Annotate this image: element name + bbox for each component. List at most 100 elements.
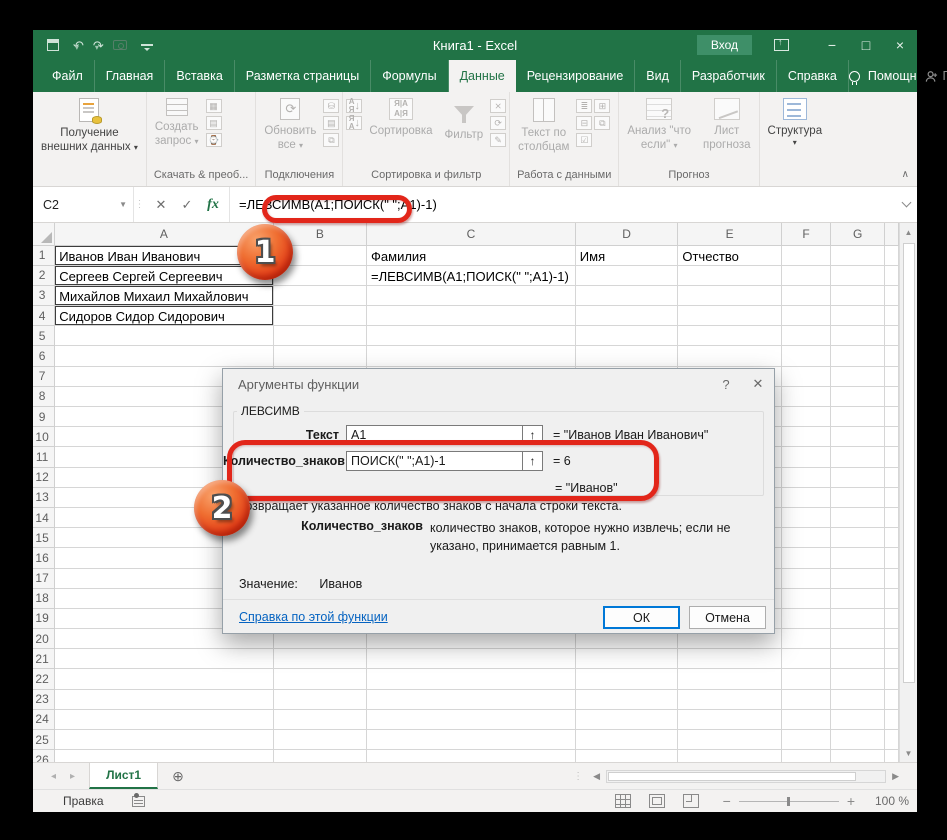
cell-F15[interactable] [781,527,832,549]
cell-A4[interactable]: Сидоров Сидор Сидорович [54,305,274,327]
cell-F13[interactable] [781,487,832,508]
name-box-dropdown-icon[interactable]: ▼ [119,200,127,209]
cell-F11[interactable] [781,446,832,468]
cell-F25[interactable] [781,729,832,751]
cell-E4[interactable] [677,305,783,327]
close-button[interactable]: × [883,30,917,60]
cell-D3[interactable] [575,285,679,307]
cell-D2[interactable] [575,265,679,286]
cell-D5[interactable] [575,325,679,347]
cell-D1[interactable]: Имя [575,245,679,266]
scroll-up-icon[interactable]: ▲ [900,223,917,241]
collapse-ribbon-icon[interactable]: ∧ [902,169,909,180]
cell-B21[interactable] [273,648,368,670]
name-box[interactable]: C2 ▼ [33,187,133,222]
redo-icon[interactable]: ↷▾ [93,39,104,52]
row-header-1[interactable]: 1 [33,245,56,266]
menu-tab-Данные[interactable]: Данные [448,60,516,92]
page-break-view-icon[interactable] [682,794,699,808]
cell-F8[interactable] [781,386,832,408]
cell-F4[interactable] [781,305,832,327]
row-header-8[interactable]: 8 [33,386,56,408]
cell-D22[interactable] [575,668,679,690]
menu-tab-Формулы[interactable]: Формулы [371,60,449,92]
column-header-G[interactable]: G [830,223,886,246]
row-header-24[interactable]: 24 [33,709,56,731]
row-header-17[interactable]: 17 [33,568,56,589]
menu-tab-Рецензирование[interactable]: Рецензирование [516,60,636,92]
menu-tab-Разработчик[interactable]: Разработчик [681,60,777,92]
cell-A22[interactable] [54,668,274,690]
cell-B25[interactable] [273,729,368,751]
formula-bar-splitter[interactable]: ⋮ [133,187,145,222]
undo-icon[interactable]: ↶▾ [73,39,84,52]
column-header-F[interactable]: F [781,223,832,246]
ribbon-display-options-icon[interactable] [774,37,789,51]
row-header-11[interactable]: 11 [33,446,56,468]
row-header-22[interactable]: 22 [33,668,56,690]
cell-A26[interactable] [54,749,274,762]
scroll-down-icon[interactable]: ▼ [900,744,917,762]
cell-B3[interactable] [273,285,368,307]
row-header-26[interactable]: 26 [33,749,56,762]
function-help-link[interactable]: Справка по этой функции [239,610,388,624]
row-header-21[interactable]: 21 [33,648,56,670]
cell-D21[interactable] [575,648,679,670]
cell-G9[interactable] [830,406,886,428]
cell-F9[interactable] [781,406,832,428]
sign-in-button[interactable]: Вход [696,35,752,55]
cell-G26[interactable] [830,749,886,762]
cell-D24[interactable] [575,709,679,731]
row-header-12[interactable]: 12 [33,467,56,488]
cell-F19[interactable] [781,608,832,630]
zoom-in-icon[interactable]: + [841,793,861,809]
cell-G8[interactable] [830,386,886,408]
cancel-entry-icon[interactable]: ✕ [149,192,173,218]
cell-A5[interactable] [54,325,274,347]
cell-F26[interactable] [781,749,832,762]
cell-C26[interactable] [366,749,576,762]
cell-C4[interactable] [366,305,576,327]
maximize-button[interactable]: □ [849,30,883,60]
next-sheet-icon[interactable]: ▸ [70,771,75,782]
minimize-button[interactable]: − [815,30,849,60]
cell-A24[interactable] [54,709,274,731]
cell-C23[interactable] [366,689,576,710]
cell-F5[interactable] [781,325,832,347]
menu-tab-Вставка[interactable]: Вставка [165,60,235,92]
row-header-20[interactable]: 20 [33,628,56,650]
cell-A3[interactable]: Михайлов Михаил Михайлович [54,285,274,307]
cell-G4[interactable] [830,305,886,327]
cell-B23[interactable] [273,689,368,710]
row-header-4[interactable]: 4 [33,305,56,327]
tabbar-splitter[interactable]: ⋮ [573,771,583,782]
cell-E5[interactable] [677,325,783,347]
cell-G6[interactable] [830,345,886,367]
insert-function-icon[interactable]: fx [201,192,225,218]
get-external-data-button[interactable]: Получение внешних данных ▾ [36,94,143,157]
cell-G11[interactable] [830,446,886,468]
cell-F14[interactable] [781,507,832,529]
cell-G3[interactable] [830,285,886,307]
row-header-7[interactable]: 7 [33,366,56,387]
scroll-right-icon[interactable]: ▶ [888,771,903,782]
row-header-16[interactable]: 16 [33,547,56,569]
cell-F17[interactable] [781,568,832,589]
cell-A6[interactable] [54,345,274,367]
cell-E21[interactable] [677,648,783,670]
cell-E24[interactable] [677,709,783,731]
row-header-2[interactable]: 2 [33,265,56,286]
new-sheet-icon[interactable]: ⊕ [158,763,198,789]
horizontal-scroll-thumb[interactable] [608,771,857,781]
menu-tab-Разметка страницы[interactable]: Разметка страницы [235,60,372,92]
cell-F24[interactable] [781,709,832,731]
vertical-scroll-thumb[interactable] [902,243,915,683]
sheet-tab-list1[interactable]: Лист1 [89,763,159,789]
cell-G19[interactable] [830,608,886,630]
customize-qat-icon[interactable] [140,44,153,51]
cell-D25[interactable] [575,729,679,751]
vertical-scrollbar[interactable]: ▲ ▼ [899,223,917,762]
cell-B26[interactable] [273,749,368,762]
cell-C3[interactable] [366,285,576,307]
zoom-out-icon[interactable]: − [717,793,737,809]
